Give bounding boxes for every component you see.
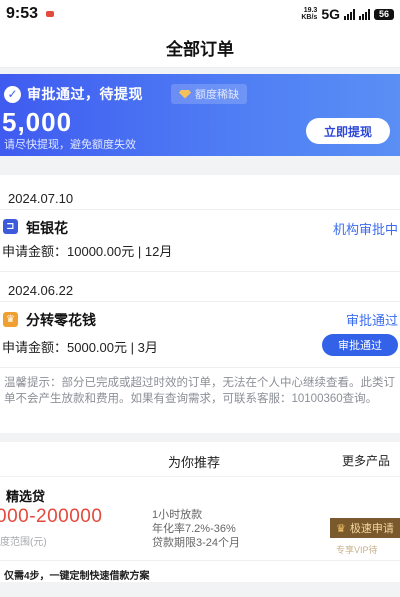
quota-scarce-label: 额度稀缺 [195,89,239,101]
more-products-link[interactable]: 更多产品 [342,452,390,469]
apply-amount-label: 申请金额：10000.00元 [2,244,135,259]
page-title: 全部订单 [166,40,234,59]
apply-term: 12月 [144,244,173,259]
apply-amount: 申请金额：10000.00元 | 12月 [2,241,172,260]
product-range-label: 度范围(元) [0,537,47,548]
product-feature: 贷款期限3-24个月 [152,537,241,549]
check-circle-icon: ✓ [4,85,21,103]
approval-banner: ✓ 审批通过，待提现 额度稀缺 5,000 请尽快提现，避免额度失效 立即提现 [0,74,400,156]
withdraw-now-button[interactable]: 立即提现 [306,118,390,144]
quota-scarce-tag: 额度稀缺 [171,84,247,104]
product-name: 精选贷 [6,489,46,504]
lender-name: 钜银花 [26,220,68,236]
fast-apply-button[interactable]: ♛ 极速申请 [330,518,400,538]
net-speed-value: 19.3 [303,7,318,14]
banner-header: ✓ 审批通过，待提现 额度稀缺 [4,84,247,104]
banner-subtitle: 请尽快提现，避免额度失效 [4,139,136,151]
order-list: 2024.07.10 ⊐ 钜银花 机构审批中 申请金额：10000.00元 | … [0,175,400,433]
status-time: 9:53 [6,5,39,22]
crown-icon: ♛ [336,522,346,535]
status-bar: 9:53 19.3 KB/s 5G 56 [0,0,400,28]
separator: | [130,340,138,355]
net-speed-unit: KB/s [301,14,318,21]
order-date: 2024.07.10 [8,191,74,206]
network-type: 5G [321,6,340,22]
bottom-note: 仅需4步，一键定制快速借款方案 [4,571,150,582]
tip-text: 温馨提示：部分已完成或超过时效的订单，无法在个人中心继续查看。此类订单不会产生放… [4,377,395,405]
apply-amount-label: 申请金额：5000.00元 [2,340,127,355]
status-indicators: 19.3 KB/s 5G 56 [301,6,394,22]
approved-amount: 5,000 [2,107,73,137]
separator: | [137,244,145,259]
order-status: 机构审批中 [332,222,398,237]
apply-amount: 申请金额：5000.00元 | 3月 [2,337,158,356]
product-range: 000-200000 [0,506,103,527]
vip-text: 专享VIP待 [336,545,378,555]
approved-button[interactable]: 审批通过 [322,334,398,356]
order-date: 2024.06.22 [8,283,74,298]
lender-logo-icon: ⊐ [3,219,18,234]
battery-icon: 56 [374,8,394,20]
lender-logo-icon: ♛ [3,312,18,327]
order-status: 审批通过 [345,313,398,328]
wifi-signal-icon [359,8,370,20]
approval-status: 审批通过，待提现 [27,86,143,102]
fast-apply-label: 极速申请 [349,523,394,535]
signal-icon [344,8,355,20]
recommend-section: 为你推荐 更多产品 精选贷 000-200000 度范围(元) 1小时放款 年化… [0,442,400,582]
nav-bar: 全部订单 [0,28,400,68]
apply-term: 3月 [137,340,158,355]
notification-icon [46,11,55,17]
recommend-title: 为你推荐 [168,455,221,470]
diamond-icon [179,89,191,99]
lender-name: 分转零花钱 [26,312,96,328]
net-speed: 19.3 KB/s [301,7,317,21]
